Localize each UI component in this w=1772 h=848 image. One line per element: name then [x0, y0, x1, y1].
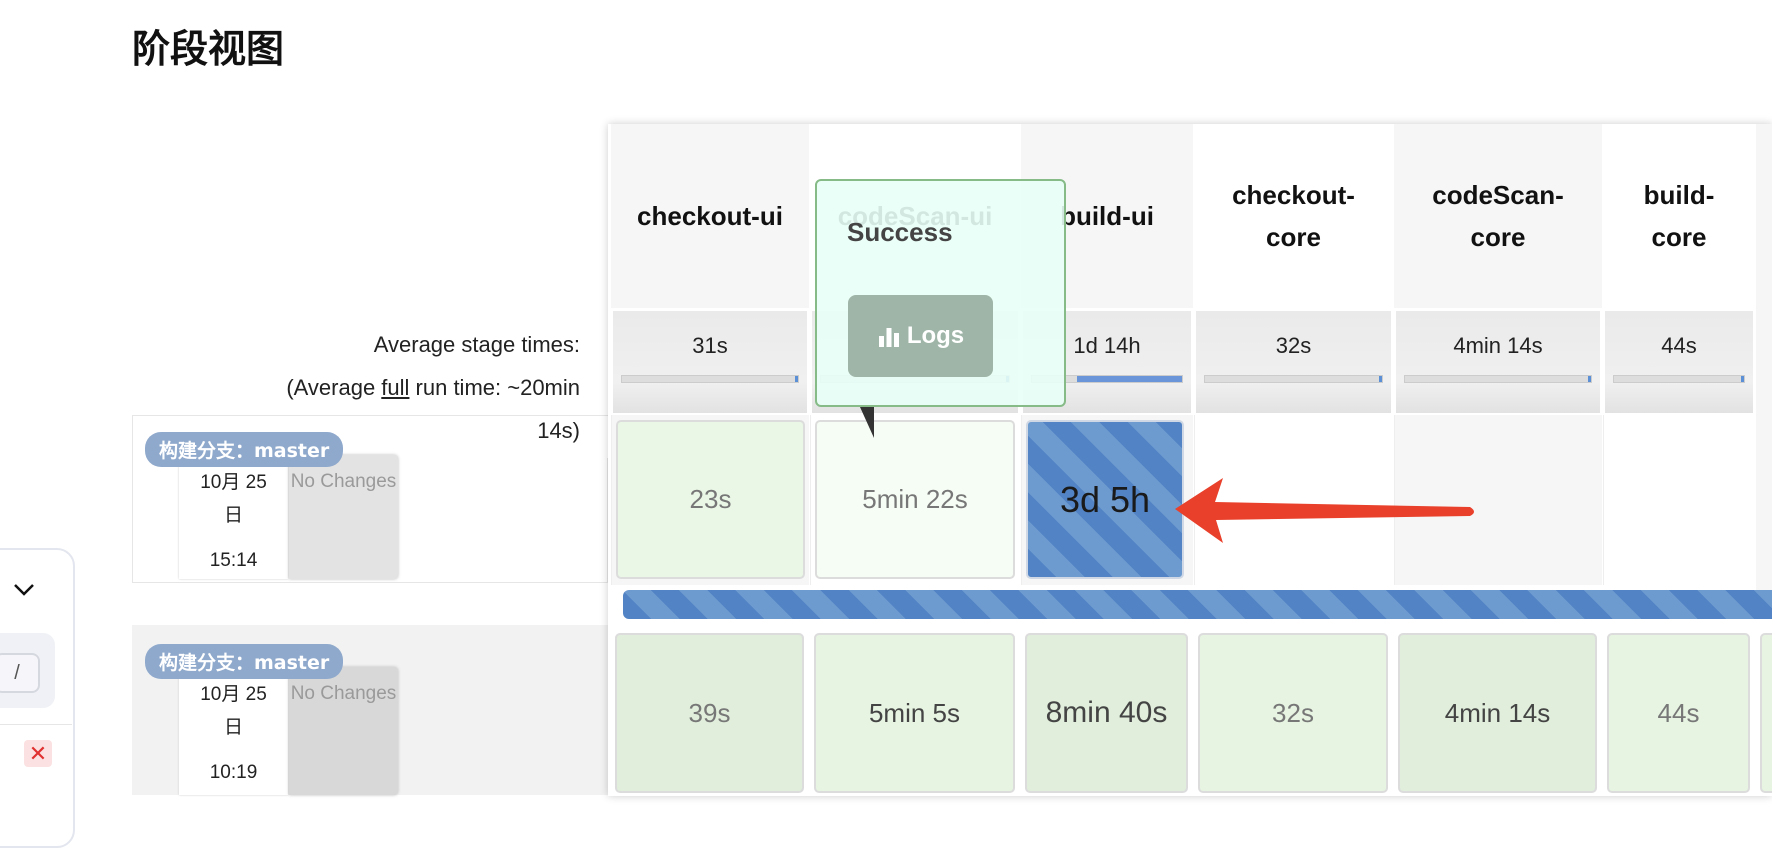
stage-cell-success[interactable] [1760, 633, 1772, 793]
avg-value: 1d 14h [1073, 333, 1141, 358]
branch-badge: 构建分支：master [145, 432, 344, 467]
stage-cell-success[interactable]: 4min 14s [1398, 633, 1597, 793]
changes-box[interactable]: No Changes [289, 667, 398, 795]
chevron-down-icon[interactable] [13, 582, 35, 598]
shortcut-key[interactable]: / [0, 653, 40, 693]
avg-value: 44s [1661, 333, 1697, 358]
time: 10:19 [209, 762, 258, 783]
stage-avg-time: 32s [1196, 311, 1391, 413]
avg-bar [1613, 375, 1745, 383]
full-link[interactable]: full [381, 375, 409, 400]
day: 日 [223, 505, 243, 526]
stage-header: codeScan-core [1394, 124, 1602, 308]
page-title: 阶段视图 [132, 27, 285, 71]
stage-header: checkout-ui [611, 124, 809, 308]
stage-cell-success[interactable]: 8min 40s [1025, 633, 1188, 793]
stage-cell-success[interactable]: 44s [1607, 633, 1750, 793]
stage-tooltip: Success Logs [815, 179, 1066, 407]
stage-cell-success[interactable]: 5min 5s [814, 633, 1015, 793]
divider [0, 724, 72, 725]
avg-value: 31s [692, 333, 728, 358]
stage-avg-time: 31s [613, 311, 807, 413]
stage-name: build-core [1643, 180, 1715, 252]
avg-bar [621, 375, 799, 383]
changes-box[interactable]: No Changes [289, 455, 398, 579]
run-date[interactable]: 10月 25 日 15:14 [179, 458, 288, 579]
annotation-arrow-icon [1175, 478, 1474, 543]
text: run time: ~20min [409, 375, 580, 400]
stage-name: checkout-core [1232, 180, 1355, 252]
stage-avg-time: 4min 14s [1396, 311, 1600, 413]
avg-value: 4min 14s [1453, 333, 1543, 358]
avg-bar [1204, 375, 1383, 383]
logs-button[interactable]: Logs [848, 295, 993, 377]
tooltip-pointer [860, 407, 874, 438]
logs-label: Logs [906, 322, 965, 349]
stage-name: checkout-ui [637, 201, 783, 231]
stage-header [1756, 124, 1772, 614]
stage-header: checkout-core [1194, 124, 1393, 308]
stage-cell-success[interactable]: 39s [615, 633, 804, 793]
stage-avg-time: 44s [1605, 311, 1753, 413]
stage-name: codeScan-core [1432, 180, 1564, 252]
tooltip-status: Success [847, 217, 953, 247]
stage-column-bg [1603, 415, 1755, 585]
text: (Average [286, 375, 382, 400]
run-date[interactable]: 10月 25 日 10:19 [179, 670, 288, 795]
date: 10月 25 [200, 472, 267, 493]
bar-chart-icon [878, 328, 899, 347]
day: 日 [223, 717, 243, 738]
avg-full-run-time: (Average full run time: ~20min [286, 375, 580, 401]
run-progress-bar [623, 590, 1772, 619]
avg-bar [1404, 375, 1592, 383]
avg-stage-times-label: Average stage times: [373, 332, 580, 357]
stage-cell-success[interactable]: 23s [616, 420, 805, 579]
branch-badge: 构建分支：master [145, 644, 344, 679]
close-icon[interactable]: ✕ [24, 740, 52, 767]
stage-cell-success[interactable]: 32s [1198, 633, 1388, 793]
time: 15:14 [209, 550, 258, 571]
stage-cell-success[interactable]: 5min 22s [815, 420, 1015, 579]
date: 10月 25 [200, 684, 267, 705]
stage-header: build-core [1603, 124, 1755, 308]
avg-value: 32s [1275, 333, 1312, 358]
